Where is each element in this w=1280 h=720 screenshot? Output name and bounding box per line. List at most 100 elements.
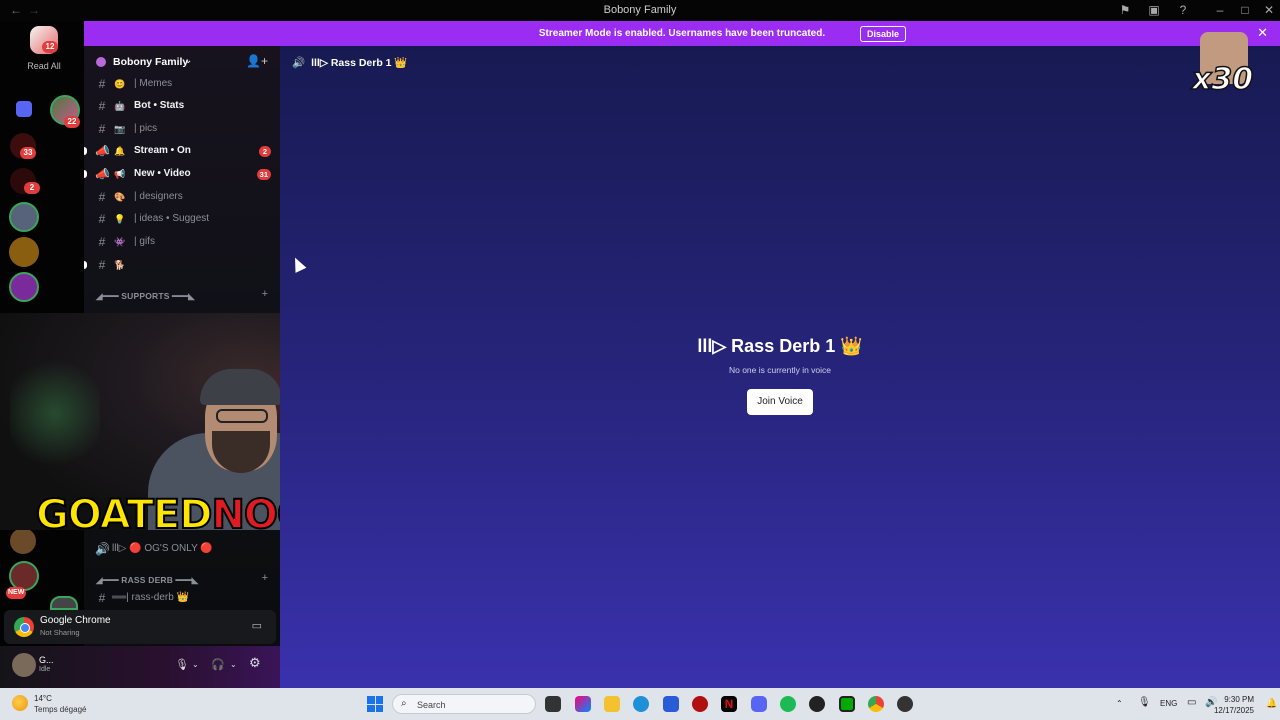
chevron-down-icon: ⌄ (184, 55, 193, 66)
channel-emoji: 💡 (114, 214, 126, 224)
chrome-icon[interactable] (868, 696, 884, 712)
channel-emoji: 📷 (114, 124, 126, 134)
voice-channel-subtitle: No one is currently in voice (728, 365, 832, 375)
channel-emoji: 😊 (114, 79, 126, 89)
server-icon[interactable] (9, 237, 39, 267)
add-channel-icon[interactable]: + (262, 572, 268, 584)
weather-temperature: 14°C (34, 694, 52, 703)
gear-icon[interactable]: ⚙ (249, 655, 261, 671)
hash-icon: # (98, 122, 106, 136)
screen-share-panel[interactable]: Google Chrome Not Sharing ▭ (4, 610, 276, 644)
discord-icon[interactable] (751, 696, 767, 712)
file-explorer-icon[interactable] (604, 696, 620, 712)
app-icon[interactable] (897, 696, 913, 712)
channel-item[interactable]: # ══| rass-derb 👑 (84, 588, 280, 608)
inbox-flag-icon[interactable]: ⚑ (1117, 2, 1133, 18)
server-icon[interactable] (9, 202, 39, 232)
spotify-icon[interactable] (780, 696, 796, 712)
microphone-icon[interactable]: 🎙 (1138, 697, 1151, 708)
username[interactable]: G... (39, 655, 54, 665)
copilot-icon[interactable] (575, 696, 591, 712)
chevron-down-icon[interactable]: ⌄ (230, 660, 237, 669)
join-voice-button[interactable]: Join Voice (747, 389, 813, 415)
channel-header: 🔊 lll▷ Rass Derb 1 👑 (292, 56, 408, 69)
server-badge: 22 (64, 116, 80, 128)
app-icon[interactable] (839, 696, 855, 712)
chevron-up-icon[interactable]: ⌃ (1116, 699, 1123, 708)
edge-icon[interactable] (633, 696, 649, 712)
channel-label: | designers (134, 191, 183, 202)
unread-indicator (84, 147, 87, 155)
mention-badge: 31 (256, 169, 271, 180)
server-icon[interactable] (9, 272, 39, 302)
windows-taskbar: 14°C Temps dégagé ⌕ Search N ⌃ 🎙 ENG ▭ 🔊… (0, 688, 1280, 720)
invite-people-icon[interactable]: 👤+ (246, 54, 268, 68)
maximize-icon[interactable]: □ (1237, 2, 1253, 18)
netflix-icon[interactable]: N (721, 696, 737, 712)
channel-item[interactable]: # 😊 | Memes (84, 74, 280, 94)
streamer-mode-message: Streamer Mode is enabled. Usernames have… (538, 28, 826, 39)
window-title: Bobony Family (603, 4, 677, 16)
disable-streamer-mode-button[interactable]: Disable (860, 26, 907, 42)
weather-icon[interactable] (12, 695, 28, 711)
app-icon[interactable] (692, 696, 708, 712)
notification-bell-icon[interactable]: 🔔 (1266, 698, 1277, 709)
unread-indicator (84, 261, 87, 269)
channel-item[interactable]: # 📷 | pics (84, 119, 280, 139)
streamer-mode-banner: Streamer Mode is enabled. Usernames have… (84, 21, 1280, 46)
help-icon[interactable]: ? (1175, 2, 1191, 18)
server-icon[interactable] (50, 596, 78, 610)
user-status: Idle (39, 666, 51, 673)
app-icon[interactable] (809, 696, 825, 712)
voice-empty-state: lll▷ Rass Derb 1 👑 No one is currently i… (280, 336, 1280, 415)
channel-label: | gifs (134, 236, 155, 247)
taskbar-search[interactable]: ⌕ Search (392, 694, 536, 714)
channel-label: | ideas • Suggest (134, 213, 210, 224)
windows-start-icon[interactable] (367, 696, 383, 712)
voice-channel-view: 🔊 lll▷ Rass Derb 1 👑 lll▷ Rass Derb 1 👑 N… (280, 46, 1280, 688)
announcement-icon: 📣 (95, 144, 110, 158)
task-view-icon[interactable] (545, 696, 561, 712)
multiplier-text: x30 (1191, 61, 1254, 98)
network-icon[interactable]: ▭ (1187, 697, 1196, 708)
channel-item[interactable]: # 💡 | ideas • Suggest (84, 209, 280, 229)
channel-item[interactable]: # 🐕 (84, 255, 280, 275)
folder-icon[interactable] (16, 101, 32, 117)
microphone-icon[interactable]: 🎙 (175, 658, 189, 671)
channel-item[interactable]: 📣 🔔 Stream • On 2 (84, 141, 280, 161)
mention-badge: 2 (259, 146, 271, 157)
voice-channel-item[interactable]: 🔊 lll▷ 🔴 OG'S ONLY 🔴 (84, 539, 280, 559)
close-window-icon[interactable]: ✕ (1261, 2, 1277, 18)
channel-emoji: 🐕 (114, 260, 126, 270)
channel-item[interactable]: # 🤖 Bot • Stats (84, 96, 280, 116)
channel-label: lll▷ 🔴 OG'S ONLY 🔴 (112, 543, 213, 554)
channel-label: Stream • On (134, 145, 191, 156)
screen-share-icon[interactable]: ▭ (252, 619, 262, 632)
screen-icon[interactable]: ▣ (1146, 2, 1162, 18)
category-supports[interactable]: ◢━━━ SUPPORTS ━━━◣ (96, 291, 195, 302)
server-icon[interactable] (10, 528, 36, 554)
weather-condition: Temps dégagé (34, 705, 87, 714)
read-all-label[interactable]: Read All (0, 61, 88, 71)
category-rass-derb[interactable]: ◢━━━ RASS DERB ━━━◣ (96, 575, 198, 586)
add-channel-icon[interactable]: + (262, 288, 268, 300)
system-clock[interactable]: 9:30 PM 12/17/2025 (1214, 694, 1254, 716)
store-icon[interactable] (663, 696, 679, 712)
language-indicator[interactable]: ENG (1160, 699, 1177, 708)
channel-item[interactable]: # 🎨 | designers (84, 187, 280, 207)
channel-header-title: lll▷ Rass Derb 1 👑 (311, 57, 408, 69)
headphones-icon[interactable]: 🎧 (211, 658, 225, 671)
avatar[interactable] (12, 653, 36, 677)
channel-label: Bot • Stats (134, 100, 185, 111)
hash-icon: # (98, 99, 106, 113)
channel-item[interactable]: 📣 📢 New • Video 31 (84, 164, 280, 184)
minimize-icon[interactable]: – (1212, 2, 1228, 18)
speaker-icon: 🔊 (95, 542, 110, 556)
chrome-icon (14, 617, 34, 637)
channel-item[interactable]: # 👾 | gifs (84, 232, 280, 252)
chevron-down-icon[interactable]: ⌄ (192, 660, 199, 669)
server-badge: 2 (24, 182, 40, 194)
user-panel: G... Idle 🎙 ⌄ 🎧 ⌄ ⚙ (0, 646, 280, 688)
hash-icon: # (98, 258, 106, 272)
hash-icon: # (98, 591, 106, 605)
